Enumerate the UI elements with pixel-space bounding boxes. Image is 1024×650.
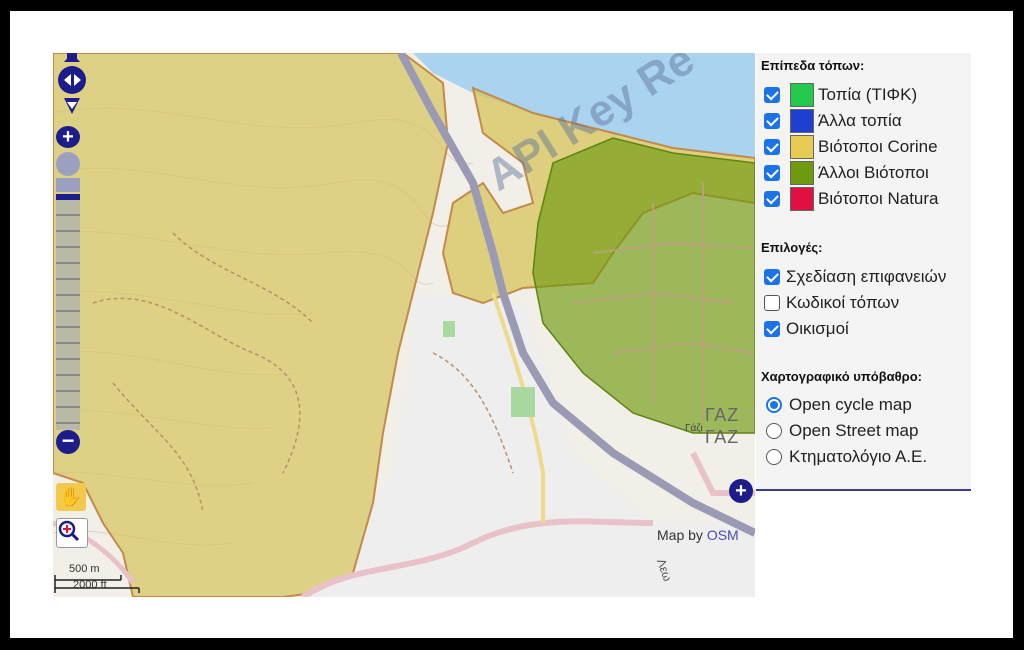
layer-row-natura[interactable]: Βιότοποι Natura [764, 187, 939, 211]
zoom-out-button[interactable]: − [56, 430, 80, 454]
layer-label: Άλλα τοπία [818, 111, 902, 130]
layer-panel: Επίπεδα τόπων: Τοπία (ΤΙΦΚ) Άλλα τοπία Β… [756, 53, 971, 491]
other-habitats-area [532, 137, 755, 434]
option-label: Οικισμοί [786, 319, 849, 338]
zoom-in-button[interactable]: + [56, 126, 80, 148]
scale-label-meters: 500 m [69, 563, 100, 575]
layer-row-other-landscapes[interactable]: Άλλα τοπία [764, 109, 902, 133]
basemap-label: Κτηματολόγιο Α.Ε. [789, 447, 928, 466]
park-area-2 [511, 387, 535, 417]
layers-title: Επίπεδα τόπων: [761, 58, 865, 73]
globe-icon[interactable] [56, 152, 80, 176]
zoom-box-icon[interactable] [56, 518, 88, 548]
basemap-label: Open Street map [789, 421, 919, 440]
basemap-row-cadastre[interactable]: Κτηματολόγιο Α.Ε. [766, 445, 927, 469]
option-row-settlements[interactable]: Οικισμοί [764, 317, 849, 341]
basemap-radio[interactable] [766, 423, 782, 439]
osm-link[interactable]: OSM [707, 527, 739, 543]
option-checkbox[interactable] [764, 269, 780, 285]
option-checkbox[interactable] [764, 295, 780, 311]
color-swatch [790, 135, 814, 159]
scale-label-feet: 2000 ft [73, 579, 107, 591]
hand-pan-icon[interactable]: ✋ [56, 483, 86, 511]
zoom-bar[interactable]: + − [56, 126, 80, 466]
attribution-prefix: Map by [657, 527, 707, 543]
basemap-title: Χαρτογραφικό υπόβαθρο: [761, 369, 922, 384]
layer-row-corine[interactable]: Βιότοποι Corine [764, 135, 938, 159]
town-label-shadow: ΓΑΖ [705, 427, 740, 447]
layer-row-other-habitats[interactable]: Άλλοι Βιότοποι [764, 161, 929, 185]
color-swatch [790, 161, 814, 185]
options-title: Επιλογές: [761, 240, 823, 255]
plus-circle-icon[interactable]: + [729, 479, 753, 503]
zoom-slider[interactable] [56, 194, 80, 430]
option-label: Σχεδίαση επιφανειών [786, 267, 947, 286]
layer-checkbox[interactable] [764, 165, 780, 181]
option-label: Κωδικοί τόπων [786, 293, 900, 312]
layer-row-tifk[interactable]: Τοπία (ΤΙΦΚ) [764, 83, 917, 107]
layer-label: Βιότοποι Natura [818, 189, 939, 208]
color-swatch [790, 109, 814, 133]
town-label: ΓΑΖ [705, 405, 740, 425]
option-row-codes[interactable]: Κωδικοί τόπων [764, 291, 899, 315]
basemap-row-street[interactable]: Open Street map [766, 419, 918, 443]
layer-checkbox[interactable] [764, 139, 780, 155]
layer-checkbox[interactable] [764, 191, 780, 207]
layer-label: Τοπία (ΤΙΦΚ) [818, 85, 918, 104]
park-area-1 [443, 321, 455, 337]
color-swatch [790, 187, 814, 211]
basemap-label: Open cycle map [789, 395, 912, 414]
town-small-label: Γάζι [685, 423, 703, 434]
map-view[interactable]: API Key Re ΓΑΖ ΓΑΖ Γάζι Λεω + − ✋ + Map … [53, 53, 755, 597]
basemap-radio[interactable] [766, 449, 782, 465]
pan-arrows-icon[interactable] [53, 53, 93, 115]
basemap-radio[interactable] [766, 397, 782, 413]
map-attribution: Map by OSM [657, 527, 739, 543]
layer-label: Βιότοποι Corine [818, 137, 938, 156]
map-canvas[interactable] [53, 53, 755, 597]
zoom-world-button[interactable] [56, 178, 80, 192]
color-swatch [790, 83, 814, 107]
basemap-row-cycle[interactable]: Open cycle map [766, 393, 912, 417]
layer-label: Άλλοι Βιότοποι [818, 163, 929, 182]
option-checkbox[interactable] [764, 321, 780, 337]
layer-checkbox[interactable] [764, 113, 780, 129]
layer-checkbox[interactable] [764, 87, 780, 103]
option-row-surfaces[interactable]: Σχεδίαση επιφανειών [764, 265, 946, 289]
